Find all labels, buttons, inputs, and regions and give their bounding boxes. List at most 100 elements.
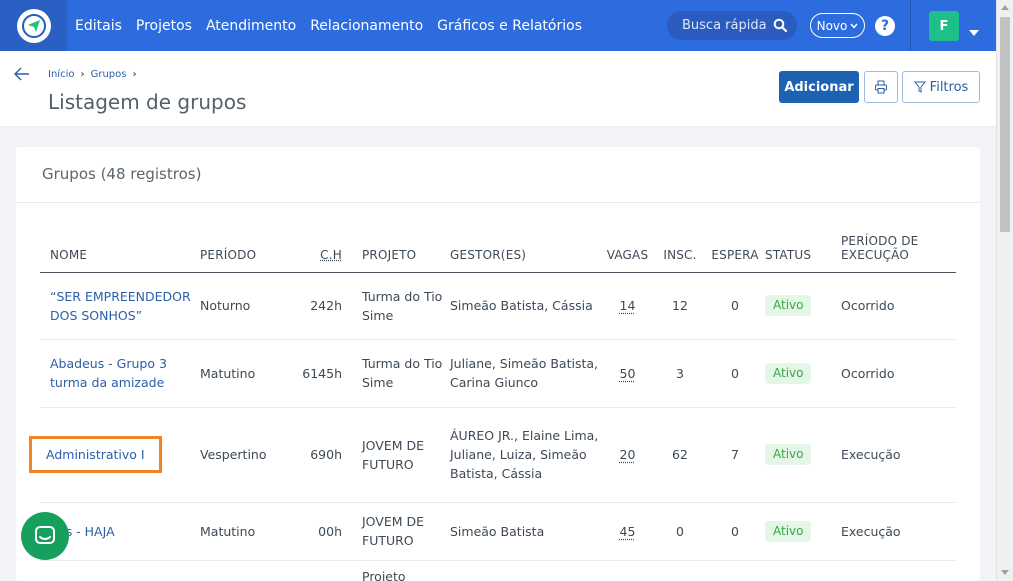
table-row[interactable]: “SER EMPREENDEDOR DOS SONHOS” Noturno 24… [40, 272, 956, 340]
espera-cell: 0 [705, 272, 765, 340]
projeto-cell: Turma do Tio Sime [352, 339, 450, 408]
col-ch-label: C.H [320, 247, 342, 262]
top-navbar: Editais Projetos Atendimento Relacioname… [0, 0, 996, 51]
novo-label: Novo [816, 18, 848, 33]
col-espera[interactable]: ESPERA [705, 225, 765, 273]
quick-search[interactable]: Busca rápida [667, 11, 797, 40]
help-icon[interactable]: ? [875, 16, 895, 36]
col-periodo[interactable]: PERÍODO [200, 225, 300, 273]
espera-cell: 0 [705, 339, 765, 408]
chat-icon [35, 526, 55, 544]
ch-cell: 690h [300, 407, 352, 503]
print-button[interactable] [864, 71, 898, 103]
back-arrow-icon[interactable] [14, 66, 30, 85]
scroll-up-icon[interactable] [1001, 5, 1009, 10]
search-icon[interactable] [773, 18, 788, 36]
vagas-cell[interactable]: 50 [620, 366, 636, 381]
table-row[interactable]: es - HAJA Matutino 00h JOVEM DE FUTURO S… [40, 502, 956, 561]
chat-widget-button[interactable] [21, 512, 69, 560]
periodo-cell: Vespertino [200, 407, 300, 503]
scrollbar-thumb[interactable] [1000, 17, 1010, 232]
col-ch[interactable]: C.H [300, 225, 352, 273]
breadcrumb-separator-icon: › [132, 69, 137, 80]
insc-cell: 62 [655, 407, 705, 503]
col-gestores[interactable]: GESTOR(ES) [450, 225, 600, 273]
groups-table: NOME PERÍODO C.H PROJETO GESTOR(ES) VAGA… [29, 225, 956, 581]
vagas-cell[interactable]: 45 [620, 524, 636, 539]
novo-button[interactable]: Novo [810, 13, 865, 38]
breadcrumb-inicio[interactable]: Início [48, 69, 74, 80]
printer-icon [875, 80, 887, 94]
gestores-cell: ÁUREO JR., Elaine Lima, Juliane, Luiza, … [450, 407, 600, 503]
add-button[interactable]: Adicionar [779, 71, 859, 103]
vertical-scrollbar[interactable] [996, 0, 1013, 581]
status-badge: Ativo [765, 520, 812, 542]
nav-graficos-relatorios[interactable]: Gráficos e Relatórios [437, 18, 582, 34]
group-name-link[interactable]: Administrativo I [29, 436, 162, 473]
nav-divider [910, 0, 911, 51]
insc-cell: 3 [655, 339, 705, 408]
gestores-cell: Juliane, Simeão Batista, Carina Giunco [450, 339, 600, 408]
vagas-cell[interactable]: 14 [620, 298, 636, 313]
projeto-cell: Turma do Tio Sime [352, 272, 450, 340]
insc-cell: 12 [655, 272, 705, 340]
table-row[interactable]: Projeto [40, 560, 956, 581]
breadcrumb-grupos[interactable]: Grupos [91, 69, 127, 80]
periodo-cell: Noturno [200, 272, 300, 340]
execucao-cell: Execução [841, 407, 956, 503]
col-exec-line1: PERÍODO DE [841, 233, 919, 248]
col-insc[interactable]: INSC. [655, 225, 705, 273]
groups-card: Grupos (48 registros) NOME PERÍODO C.H P… [16, 147, 980, 581]
nav-projetos[interactable]: Projetos [136, 18, 192, 34]
page-header: Início › Grupos › Listagem de grupos Adi… [0, 51, 996, 127]
group-name-link[interactable]: Abadeus - Grupo 3 turma da amizade [50, 356, 167, 390]
filter-label: Filtros [929, 79, 969, 95]
col-exec-line2: EXECUÇÃO [841, 247, 909, 262]
logo-area[interactable] [0, 0, 67, 51]
card-divider [16, 202, 980, 203]
breadcrumb-separator-icon: › [80, 69, 85, 80]
col-periodo-execucao[interactable]: PERÍODO DE EXECUÇÃO [841, 225, 956, 273]
avatar[interactable]: F [929, 11, 959, 41]
group-name-link[interactable]: “SER EMPREENDEDOR DOS SONHOS” [50, 289, 191, 323]
page-title: Listagem de grupos [48, 90, 247, 114]
scroll-down-icon[interactable] [1001, 570, 1009, 575]
quick-search-placeholder: Busca rápida [682, 18, 767, 33]
card-title: Grupos (48 registros) [42, 165, 202, 183]
projeto-cell: Projeto [352, 560, 450, 581]
execucao-cell [841, 560, 956, 581]
status-badge: Ativo [765, 362, 812, 384]
espera-cell [705, 560, 765, 581]
projeto-cell: JOVEM DE FUTURO [352, 502, 450, 561]
execucao-cell: Ocorrido [841, 339, 956, 408]
table-row[interactable]: Administrativo I Vespertino 690h JOVEM D… [29, 407, 956, 503]
nav-atendimento[interactable]: Atendimento [206, 18, 296, 34]
status-badge: Ativo [765, 295, 812, 316]
ch-cell [300, 560, 352, 581]
projeto-cell: JOVEM DE FUTURO [352, 407, 450, 503]
col-nome[interactable]: NOME [40, 225, 200, 273]
col-status[interactable]: STATUS [765, 225, 841, 273]
insc-cell: 0 [655, 502, 705, 561]
ch-cell: 242h [300, 272, 352, 340]
gestores-cell: Simeão Batista [450, 502, 600, 561]
chevron-down-icon [850, 23, 858, 29]
user-menu-caret-icon[interactable] [968, 22, 980, 41]
col-projeto[interactable]: PROJETO [352, 225, 450, 273]
table-row[interactable]: Abadeus - Grupo 3 turma da amizade Matut… [40, 339, 956, 408]
col-vagas[interactable]: VAGAS [600, 225, 655, 273]
gestores-cell [450, 560, 600, 581]
table-header-row: NOME PERÍODO C.H PROJETO GESTOR(ES) VAGA… [40, 225, 956, 273]
nav-relacionamento[interactable]: Relacionamento [310, 18, 423, 34]
filter-button[interactable]: Filtros [902, 71, 980, 103]
execucao-cell: Ocorrido [841, 272, 956, 340]
espera-cell: 7 [705, 407, 765, 503]
periodo-cell [200, 560, 300, 581]
espera-cell: 0 [705, 502, 765, 561]
nav-editais[interactable]: Editais [75, 18, 122, 34]
nome-cell[interactable] [40, 560, 200, 581]
app-logo-icon [16, 8, 51, 43]
vagas-cell[interactable]: 20 [620, 447, 636, 462]
gestores-cell: Simeão Batista, Cássia [450, 272, 600, 340]
vagas-cell [600, 560, 655, 581]
